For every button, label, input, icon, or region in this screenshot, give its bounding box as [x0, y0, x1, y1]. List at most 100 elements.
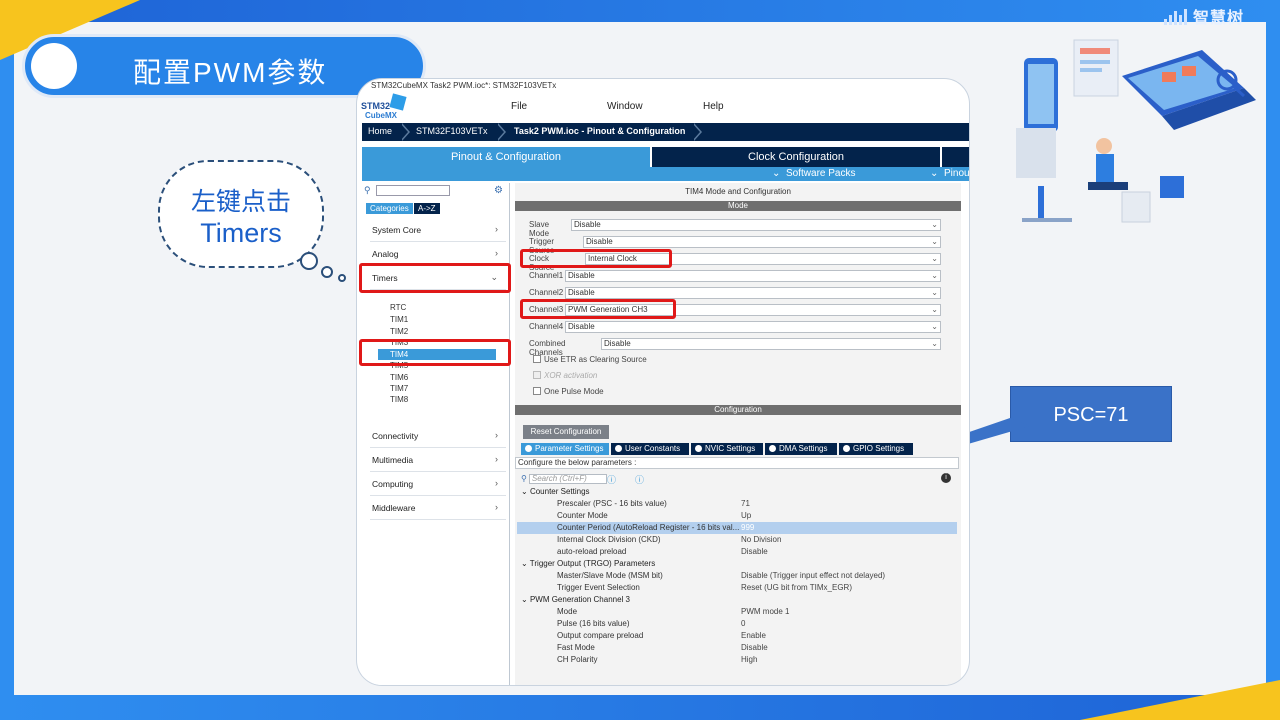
chevron-down-icon: ⌄: [521, 595, 530, 604]
divider: [370, 447, 506, 448]
group-label: PWM Generation Channel 3: [529, 595, 630, 604]
use-etr-checkbox[interactable]: Use ETR as Clearing Source: [533, 355, 647, 364]
counter-period-value[interactable]: 999: [741, 523, 754, 532]
pwm-mode-value[interactable]: PWM mode 1: [741, 607, 789, 616]
pinout-menu[interactable]: Pinout: [944, 168, 969, 179]
bubble-dot: [321, 266, 333, 278]
check-icon: [525, 445, 532, 452]
tab-dma-settings[interactable]: DMA Settings: [765, 443, 837, 455]
ch-polarity-value[interactable]: High: [741, 655, 757, 664]
chevron-down-icon: ⌄: [931, 237, 938, 246]
tab-clock-configuration[interactable]: Clock Configuration: [652, 147, 940, 167]
slave-mode-select[interactable]: Disable ⌄: [571, 219, 941, 231]
auto-reload-value[interactable]: Disable: [741, 547, 768, 556]
param-fast-mode: Fast Mode: [557, 643, 595, 652]
chevron-right-icon: [692, 123, 702, 141]
category-label: System Core: [372, 225, 422, 235]
menu-window[interactable]: Window: [607, 101, 643, 112]
bubble-text-1: 左键点击: [190, 188, 291, 216]
timer-tim7[interactable]: TIM7: [390, 384, 408, 393]
select-value: Disable: [568, 288, 595, 297]
channel1-select[interactable]: Disable ⌄: [565, 270, 941, 282]
fast-mode-value[interactable]: Disable: [741, 643, 768, 652]
category-computing[interactable]: Computing ›: [372, 478, 502, 489]
mode-label: Channel1: [529, 271, 564, 280]
tab-nvic-settings[interactable]: NVIC Settings: [691, 443, 763, 455]
tab-label: Parameter Settings: [535, 444, 604, 453]
reset-configuration-button[interactable]: Reset Configuration: [523, 425, 609, 439]
select-value: Disable: [574, 220, 601, 229]
category-label: Computing: [372, 479, 414, 489]
search-prev-icon[interactable]: ⓘ: [607, 473, 616, 486]
thought-bubble: 左键点击 Timers: [158, 160, 324, 268]
group-counter-settings[interactable]: ⌄ Counter Settings: [521, 487, 590, 496]
breadcrumb: Home STM32F103VETx Task2 PWM.ioc - Pinou…: [362, 123, 969, 141]
search-input[interactable]: Search (Ctrl+F): [528, 474, 607, 484]
crumb-mcu[interactable]: STM32F103VETx: [416, 126, 488, 136]
mode-label: Channel2: [529, 288, 564, 297]
sub-toolbar: ⌄ Software Packs ⌄ Pinout: [362, 167, 969, 181]
prescaler-value[interactable]: 71: [741, 499, 750, 508]
timer-tim8[interactable]: TIM8: [390, 395, 408, 404]
search-icon: ⚲: [521, 474, 527, 483]
counter-mode-value[interactable]: Up: [741, 511, 751, 520]
group-pwm-channel3[interactable]: ⌄ PWM Generation Channel 3: [521, 595, 630, 604]
search-icon: ⚲: [364, 185, 371, 195]
category-system-core[interactable]: System Core ›: [372, 224, 502, 235]
chevron-right-icon: [496, 123, 506, 141]
category-label: Middleware: [372, 503, 416, 513]
search-next-icon[interactable]: ⓘ: [635, 473, 644, 486]
tab-user-constants[interactable]: User Constants: [611, 443, 689, 455]
category-middleware[interactable]: Middleware ›: [372, 502, 502, 513]
timer-rtc[interactable]: RTC: [390, 303, 406, 312]
cube-icon: [389, 93, 407, 111]
pulse-value[interactable]: 0: [741, 619, 745, 628]
category-label: Connectivity: [372, 431, 419, 441]
tab-parameter-settings[interactable]: Parameter Settings: [521, 443, 609, 455]
circle-icon: [31, 43, 77, 89]
check-icon: [695, 445, 702, 452]
menu-file[interactable]: File: [511, 101, 527, 112]
info-icon[interactable]: i: [941, 473, 951, 483]
trigger-source-select[interactable]: Disable ⌄: [583, 236, 941, 248]
chevron-right-icon: ›: [495, 224, 498, 234]
tab-more[interactable]: [942, 147, 969, 167]
category-label: Multimedia: [372, 455, 414, 465]
oc-preload-value[interactable]: Enable: [741, 631, 766, 640]
one-pulse-checkbox[interactable]: One Pulse Mode: [533, 387, 604, 396]
category-search-select[interactable]: [376, 185, 450, 196]
chevron-down-icon: ⌄: [931, 288, 938, 297]
psc-callout: PSC=71: [1010, 386, 1172, 442]
timer-tim2[interactable]: TIM2: [390, 327, 408, 336]
channel2-select[interactable]: Disable ⌄: [565, 287, 941, 299]
param-prescaler: Prescaler (PSC - 16 bits value): [557, 499, 667, 508]
category-analog[interactable]: Analog ›: [372, 248, 502, 259]
crumb-home[interactable]: Home: [368, 126, 392, 136]
category-connectivity[interactable]: Connectivity ›: [372, 430, 502, 441]
clock-division-value[interactable]: No Division: [741, 535, 781, 544]
parameter-search[interactable]: ⚲ Search (Ctrl+F): [521, 473, 607, 485]
tab-gpio-settings[interactable]: GPIO Settings: [839, 443, 913, 455]
category-multimedia[interactable]: Multimedia ›: [372, 454, 502, 465]
timer-tim6[interactable]: TIM6: [390, 373, 408, 382]
trigger-event-value[interactable]: Reset (UG bit from TIMx_EGR): [741, 583, 852, 592]
crumb-project[interactable]: Task2 PWM.ioc - Pinout & Configuration: [514, 126, 685, 136]
panel-title: TIM4 Mode and Configuration: [685, 187, 791, 196]
brand-logo: 智慧树: [1163, 4, 1244, 30]
segment-categories[interactable]: Categories: [366, 203, 413, 214]
corner-decoration: [1080, 680, 1280, 720]
cubemx-logo: STM32 CubeMX: [361, 93, 407, 121]
tab-pinout-configuration[interactable]: Pinout & Configuration: [362, 147, 650, 167]
menu-help[interactable]: Help: [703, 101, 724, 112]
software-packs-menu[interactable]: Software Packs: [786, 168, 855, 179]
top-band: [0, 0, 1280, 22]
logo-text-bottom: CubeMX: [365, 111, 397, 120]
segment-a-z[interactable]: A->Z: [414, 203, 440, 214]
param-oc-preload: Output compare preload: [557, 631, 644, 640]
gear-icon[interactable]: ⚙: [494, 185, 503, 196]
master-slave-value[interactable]: Disable (Trigger input effect not delaye…: [741, 571, 885, 580]
channel4-select[interactable]: Disable ⌄: [565, 321, 941, 333]
group-trigger-output[interactable]: ⌄ Trigger Output (TRGO) Parameters: [521, 559, 655, 568]
combined-channels-select[interactable]: Disable ⌄: [601, 338, 941, 350]
timer-tim1[interactable]: TIM1: [390, 315, 408, 324]
